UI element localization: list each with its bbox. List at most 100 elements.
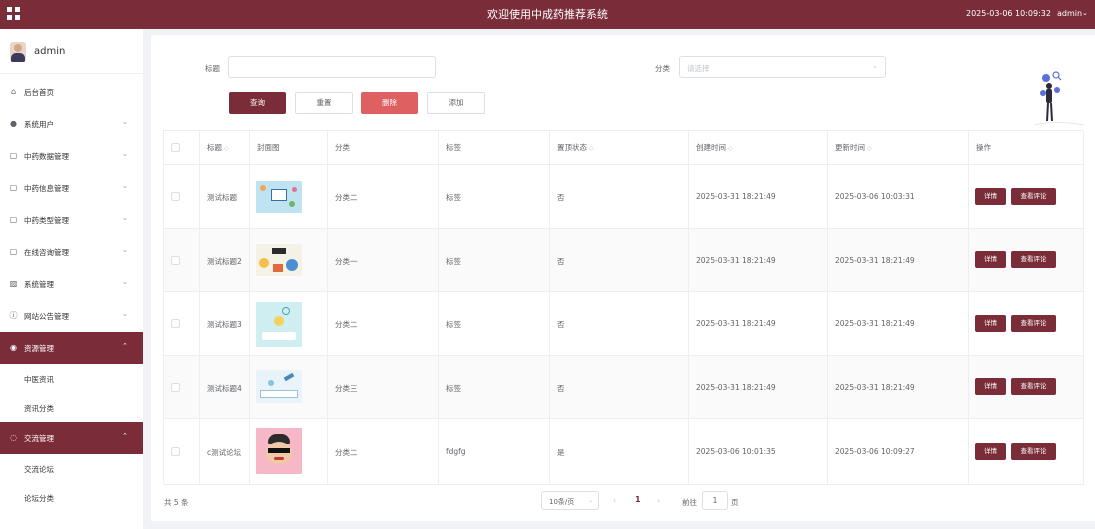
row-category: 分类三 xyxy=(335,384,358,393)
sidebar-item-communication[interactable]: ◌ 交流管理 ⌃ xyxy=(0,422,143,454)
sidebar-item-online-consult[interactable]: ▢ 在线咨询管理 ⌄ xyxy=(0,236,143,268)
next-page-icon[interactable]: › xyxy=(657,496,660,505)
sidebar-item-herb-info[interactable]: ▢ 中药信息管理 ⌄ xyxy=(0,172,143,204)
row-created: 2025-03-31 18:21:49 xyxy=(696,319,776,328)
avatar xyxy=(10,42,26,62)
select-all-checkbox[interactable] xyxy=(171,143,180,152)
reset-button[interactable]: 重置 xyxy=(295,92,353,114)
sort-icon[interactable]: ◇ xyxy=(728,145,733,152)
cover-cell xyxy=(250,229,328,292)
detail-button[interactable]: 详情 xyxy=(975,443,1006,460)
sidebar-item-label: 资源管理 xyxy=(24,344,54,353)
sort-icon[interactable]: ◇ xyxy=(224,145,229,152)
sort-icon[interactable]: ◇ xyxy=(589,145,594,152)
row-category: 分类二 xyxy=(335,320,358,329)
row-category: 分类一 xyxy=(335,257,358,266)
created-cell: 2025-03-31 18:21:49 xyxy=(689,229,828,292)
row-top: 否 xyxy=(557,193,565,202)
chevron-down-icon: ⌄ xyxy=(122,310,128,318)
current-datetime: 2025-03-06 10:09:32 xyxy=(966,9,1051,18)
page-number-current[interactable]: 1 xyxy=(635,495,641,504)
header-updated-label: 更新时间 xyxy=(835,143,865,152)
sidebar-item-announcements[interactable]: ⓘ 网站公告管理 ⌄ xyxy=(0,300,143,332)
chevron-down-icon[interactable]: ⌄ xyxy=(1082,9,1088,17)
sidebar-item-label: 网站公告管理 xyxy=(24,312,69,321)
cover-image[interactable] xyxy=(256,302,302,347)
prev-page-icon[interactable]: ‹ xyxy=(613,496,616,505)
updated-cell: 2025-03-31 18:21:49 xyxy=(828,229,969,292)
sidebar-item-herb-data[interactable]: ▢ 中药数据管理 ⌄ xyxy=(0,140,143,172)
sidebar-subitem-tcm-news[interactable]: 中医资讯 xyxy=(0,364,143,393)
row-top: 是 xyxy=(557,448,565,457)
sidebar-user: admin xyxy=(0,29,143,74)
header-created[interactable]: 创建时间 ◇ xyxy=(689,131,828,165)
row-checkbox[interactable] xyxy=(171,447,180,456)
category-select-placeholder: 请选择 xyxy=(687,64,710,73)
cover-image[interactable] xyxy=(256,370,302,403)
created-cell: 2025-03-31 18:21:49 xyxy=(689,356,828,419)
delete-button[interactable]: 删除 xyxy=(361,92,418,114)
sidebar-item-system-users[interactable]: ● 系统用户 ⌄ xyxy=(0,108,143,140)
row-checkbox[interactable] xyxy=(171,383,180,392)
view-comments-button[interactable]: 查看评论 xyxy=(1011,443,1056,460)
category-cell: 分类二 xyxy=(328,292,439,356)
cover-image[interactable] xyxy=(256,181,302,213)
row-checkbox[interactable] xyxy=(171,256,180,265)
doc-icon: ▢ xyxy=(9,183,18,192)
row-select-cell xyxy=(164,292,200,356)
cover-image[interactable] xyxy=(256,244,302,276)
sidebar-item-home[interactable]: ⌂ 后台首页 xyxy=(0,76,143,108)
doc-icon: ▢ xyxy=(9,247,18,256)
updated-cell: 2025-03-06 10:09:27 xyxy=(828,419,969,485)
chevron-down-icon: ⌄ xyxy=(587,497,593,504)
sidebar-item-resources[interactable]: ◉ 资源管理 ⌃ xyxy=(0,332,143,364)
location-icon: ◉ xyxy=(10,343,17,352)
header-actions: 操作 xyxy=(969,131,1084,165)
cover-image[interactable] xyxy=(256,428,302,474)
detail-button[interactable]: 详情 xyxy=(975,378,1006,395)
row-select-cell xyxy=(164,229,200,292)
page-unit-label: 页 xyxy=(731,498,739,507)
row-tags: 标签 xyxy=(446,193,461,202)
view-comments-button[interactable]: 查看评论 xyxy=(1011,251,1056,268)
sidebar-subitem-forum-category[interactable]: 论坛分类 xyxy=(0,483,143,512)
page-size-select[interactable]: 10条/页 ⌄ xyxy=(541,491,599,510)
cover-cell xyxy=(250,292,328,356)
query-button[interactable]: 查询 xyxy=(229,92,286,114)
sidebar-item-herb-types[interactable]: ▢ 中药类型管理 ⌄ xyxy=(0,204,143,236)
row-created: 2025-03-31 18:21:49 xyxy=(696,383,776,392)
data-table: 标题 ◇ 封面图 分类 标签 置顶状态 ◇ 创建时间 ◇ 更新时间 ◇ 操作 测… xyxy=(163,130,1084,485)
view-comments-button[interactable]: 查看评论 xyxy=(1011,378,1056,395)
chevron-down-icon: ⌄ xyxy=(122,118,128,126)
view-comments-button[interactable]: 查看评论 xyxy=(1011,188,1056,205)
detail-button[interactable]: 详情 xyxy=(975,251,1006,268)
title-search-input[interactable] xyxy=(228,56,436,78)
header-top[interactable]: 置顶状态 ◇ xyxy=(550,131,689,165)
view-comments-button[interactable]: 查看评论 xyxy=(1011,315,1056,332)
goto-page-input[interactable]: 1 xyxy=(702,491,728,510)
row-tags: 标签 xyxy=(446,257,461,266)
row-checkbox[interactable] xyxy=(171,319,180,328)
category-select[interactable]: 请选择 ⌄ xyxy=(679,56,886,78)
cover-cell xyxy=(250,165,328,229)
sidebar-subitem-news-category[interactable]: 资讯分类 xyxy=(0,393,143,422)
row-updated: 2025-03-31 18:21:49 xyxy=(835,256,915,265)
row-top: 否 xyxy=(557,320,565,329)
row-checkbox[interactable] xyxy=(171,192,180,201)
cover-cell xyxy=(250,419,328,485)
header-updated[interactable]: 更新时间 ◇ xyxy=(828,131,969,165)
top-cell: 否 xyxy=(550,229,689,292)
created-cell: 2025-03-06 10:01:35 xyxy=(689,419,828,485)
sort-icon[interactable]: ◇ xyxy=(867,145,872,152)
sidebar-item-label: 系统管理 xyxy=(24,280,54,289)
header-title[interactable]: 标题 ◇ xyxy=(200,131,250,165)
row-updated: 2025-03-31 18:21:49 xyxy=(835,383,915,392)
search-illustration xyxy=(1033,71,1085,126)
detail-button[interactable]: 详情 xyxy=(975,188,1006,205)
sidebar-subitem-forum[interactable]: 交流论坛 xyxy=(0,454,143,483)
sidebar-item-system-management[interactable]: ▨ 系统管理 ⌄ xyxy=(0,268,143,300)
actions-cell: 详情 查看评论 xyxy=(969,229,1084,292)
user-menu[interactable]: admin xyxy=(1057,9,1082,18)
add-button[interactable]: 添加 xyxy=(427,92,485,114)
detail-button[interactable]: 详情 xyxy=(975,315,1006,332)
